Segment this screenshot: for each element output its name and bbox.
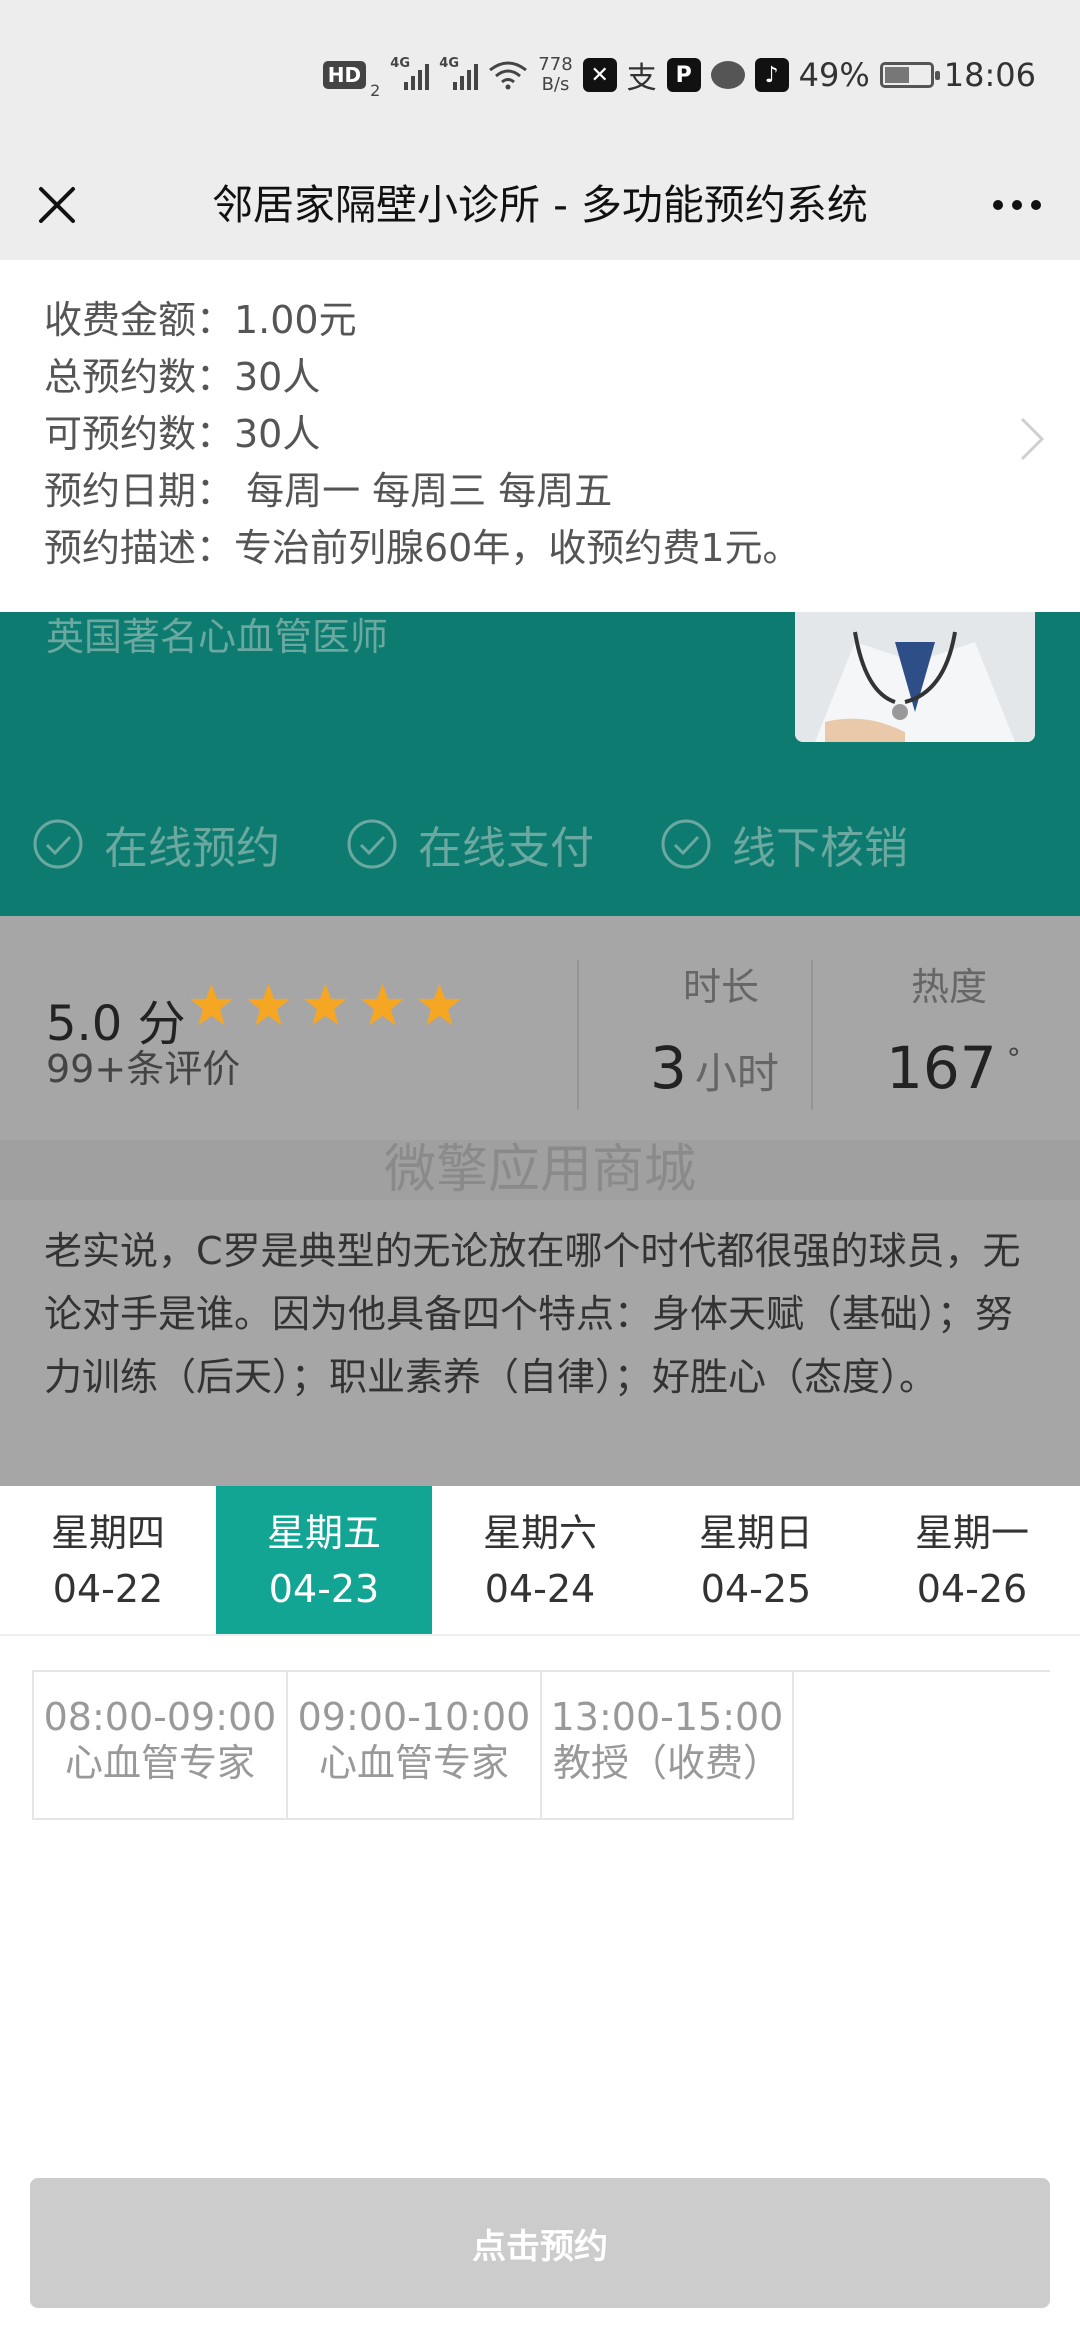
- signal-2-label: 4G: [439, 56, 460, 71]
- rating-stars: [188, 982, 463, 1029]
- clock: 18:06: [943, 56, 1036, 94]
- feature-list: 在线预约 在线支付 线下核销: [32, 812, 908, 876]
- fee-amount: 收费金额：1.00元: [44, 298, 357, 342]
- star-icon: [246, 983, 291, 1026]
- slot-name: 心血管专家: [318, 1741, 509, 1785]
- tab-date: 04-23: [268, 1567, 380, 1611]
- time-slot-grid: 08:00-09:00 心血管专家 09:00-10:00 心血管专家 13:0…: [32, 1670, 1050, 1820]
- check-circle-icon: [661, 819, 711, 869]
- slot-name: 教授（收费）: [552, 1741, 781, 1785]
- time-slot[interactable]: 08:00-09:00 心血管专家: [32, 1672, 286, 1820]
- hd-icon: HD: [322, 61, 367, 89]
- date-tabs: 星期四 04-22 星期五 04-23 星期六 04-24 星期日 04-25 …: [0, 1486, 1080, 1636]
- stats-section: 5.0 分 99+条评价 时长 3 小时 热度 167 °: [0, 916, 1080, 1160]
- battery-icon: [879, 62, 940, 88]
- p-app-icon: P: [666, 58, 701, 92]
- check-circle-icon: [347, 819, 397, 869]
- feature-online-payment: 在线支付: [346, 812, 594, 876]
- battery-percent: 49%: [798, 56, 870, 94]
- alipay-icon: 支: [626, 61, 657, 96]
- booking-description: 预约描述：专治前列腺60年，收预约费1元。: [44, 526, 801, 570]
- tab-weekday: 星期五: [266, 1511, 381, 1555]
- status-bar: HD 2 4G 4G 778 B/s ✕ 支 P ♪ 49% 18:06: [0, 0, 1080, 150]
- available-bookings: 可预约数：30人: [44, 412, 321, 456]
- heat-label: 热度: [911, 965, 988, 1009]
- close-button[interactable]: [22, 170, 92, 240]
- slot-time: 09:00-10:00: [297, 1695, 531, 1739]
- stats-divider: [577, 960, 579, 1110]
- duration-label: 时长: [683, 965, 760, 1009]
- check-circle-icon: [33, 819, 83, 869]
- tab-weekday: 星期日: [698, 1511, 813, 1555]
- speed-unit: B/s: [541, 74, 570, 95]
- tab-date: 04-26: [916, 1567, 1028, 1611]
- tab-weekday: 星期四: [50, 1511, 165, 1555]
- tab-date: 04-24: [484, 1567, 596, 1611]
- star-icon: [189, 983, 234, 1026]
- star-icon: [417, 983, 462, 1026]
- date-tab-selected[interactable]: 星期五 04-23: [216, 1486, 432, 1634]
- watermark: 微擎应用商城: [0, 1140, 1080, 1200]
- slot-time: 13:00-15:00: [550, 1695, 784, 1739]
- speed-value: 778: [538, 54, 573, 75]
- nav-bar: 邻居家隔壁小诊所 - 多功能预约系统: [0, 150, 1080, 260]
- review-count[interactable]: 99+条评价: [46, 1038, 240, 1093]
- date-tab[interactable]: 星期一 04-26: [864, 1486, 1080, 1634]
- heat-unit: °: [1006, 1041, 1021, 1075]
- doctor-photo: [795, 612, 1035, 742]
- signal-icon-2: 4G: [439, 56, 479, 90]
- date-tab[interactable]: 星期四 04-22: [0, 1486, 216, 1634]
- duration-value: 3 小时: [650, 1034, 779, 1102]
- wifi-icon: [489, 61, 528, 90]
- tab-date: 04-22: [52, 1567, 164, 1611]
- tab-date: 04-25: [700, 1567, 812, 1611]
- duration-unit: 小时: [694, 1049, 779, 1098]
- star-icon: [303, 983, 348, 1026]
- feature-label: 在线支付: [418, 823, 594, 874]
- doctor-subtitle: 英国著名心血管医师: [46, 615, 389, 659]
- date-tab[interactable]: 星期六 04-24: [432, 1486, 648, 1634]
- feature-online-booking: 在线预约: [32, 812, 280, 876]
- book-button[interactable]: 点击预约: [30, 2178, 1050, 2308]
- time-slot[interactable]: 13:00-15:00 教授（收费）: [540, 1672, 794, 1820]
- signal-1-label: 4G: [390, 56, 411, 71]
- chevron-right-icon[interactable]: [1018, 415, 1046, 463]
- feature-label: 在线预约: [104, 823, 280, 874]
- date-tab[interactable]: 星期日 04-25: [648, 1486, 864, 1634]
- status-icons: HD 2 4G 4G 778 B/s ✕ 支 P ♪ 49% 18:06: [322, 50, 1036, 100]
- heat-value: 167 °: [886, 1034, 1021, 1102]
- doctor-illustration: [795, 612, 1035, 742]
- signal-icon-1: 4G: [390, 56, 430, 90]
- time-slot[interactable]: 09:00-10:00 心血管专家: [286, 1672, 540, 1820]
- tab-weekday: 星期六: [482, 1511, 597, 1555]
- doctor-banner: 英国著名心血管医师 在线预约 在线支付 线下核销: [0, 612, 1080, 916]
- more-menu-button[interactable]: [972, 170, 1062, 240]
- more-dot-icon: [993, 200, 1003, 210]
- chat-bubble-icon: [710, 61, 745, 89]
- total-bookings: 总预约数：30人: [44, 355, 321, 399]
- close-icon: [39, 187, 75, 223]
- heat-number: 167: [886, 1034, 997, 1102]
- battery-fill: [884, 67, 909, 83]
- hd-sub-label: 2: [370, 81, 381, 100]
- slot-time: 08:00-09:00: [43, 1695, 277, 1739]
- capcut-icon: ✕: [582, 58, 617, 92]
- booking-info-panel[interactable]: 收费金额：1.00元 总预约数：30人 可预约数：30人 预约日期： 每周一 每…: [0, 260, 1080, 612]
- feature-label: 线下核销: [732, 823, 908, 874]
- network-speed: 778 B/s: [538, 55, 572, 95]
- tiktok-icon: ♪: [754, 58, 789, 92]
- feature-offline-verification: 线下核销: [660, 812, 908, 876]
- page-title: 邻居家隔壁小诊所 - 多功能预约系统: [212, 181, 868, 229]
- slot-name: 心血管专家: [64, 1741, 255, 1785]
- doctor-description: 老实说，C罗是典型的无论放在哪个时代都很强的球员，无论对手是谁。因为他具备四个特…: [0, 1200, 1080, 1486]
- duration-number: 3: [650, 1034, 687, 1102]
- star-icon: [360, 983, 405, 1026]
- stats-divider: [811, 960, 813, 1110]
- tab-weekday: 星期一: [914, 1511, 1029, 1555]
- more-dot-icon: [1012, 200, 1022, 210]
- more-dot-icon: [1031, 200, 1041, 210]
- booking-dates: 预约日期： 每周一 每周三 每周五: [44, 469, 613, 513]
